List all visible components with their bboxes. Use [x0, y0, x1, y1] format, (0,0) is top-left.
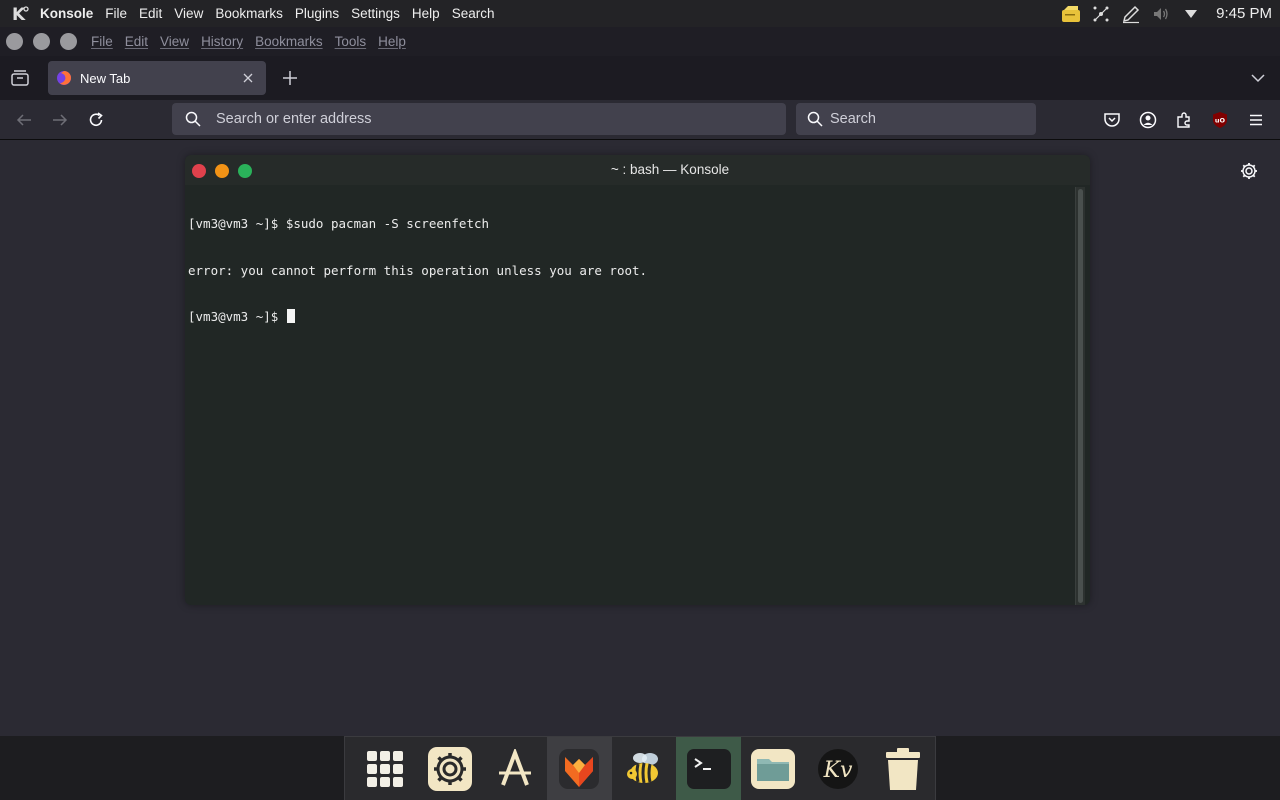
dock-bee-app[interactable] — [612, 737, 677, 800]
tray-expand-icon[interactable] — [1180, 3, 1202, 25]
volume-icon[interactable] — [1150, 3, 1172, 25]
back-icon[interactable] — [14, 110, 34, 130]
app-store-icon — [493, 747, 537, 791]
address-bar-placeholder: Search or enter address — [216, 111, 372, 127]
konsole-window[interactable]: ~ : bash — Konsole [vm3@vm3 ~]$ $sudo pa… — [185, 155, 1090, 605]
terminal-line: error: you cannot perform this operation… — [188, 262, 648, 278]
active-app-name[interactable]: Konsole — [40, 6, 93, 21]
firefox-view-icon[interactable] — [10, 68, 30, 88]
dock-terminal[interactable] — [676, 737, 742, 800]
dock-app-store[interactable] — [482, 737, 547, 800]
notes-icon[interactable] — [1060, 3, 1082, 25]
settings-icon — [428, 746, 472, 791]
menu-edit[interactable]: Edit — [125, 34, 148, 49]
window-close-button[interactable] — [6, 33, 23, 50]
forward-icon[interactable] — [50, 110, 70, 130]
firefox-menu-bar: File Edit View History Bookmarks Tools H… — [0, 27, 1280, 56]
dock-kv-app[interactable]: Kv — [806, 737, 871, 800]
menu-bookmarks[interactable]: Bookmarks — [255, 34, 323, 49]
svg-text:Kv: Kv — [823, 758, 853, 783]
search-bar[interactable]: Search — [796, 103, 1036, 135]
dock-files[interactable] — [741, 737, 806, 800]
dock: Kv — [344, 736, 936, 800]
files-icon — [751, 747, 796, 791]
search-icon — [184, 110, 202, 128]
firefox-icon — [557, 747, 601, 791]
global-menu-file[interactable]: File — [105, 6, 127, 21]
bee-icon — [622, 747, 666, 791]
kde-logo-icon[interactable]: K — [10, 3, 32, 25]
extensions-icon[interactable] — [1174, 110, 1194, 130]
dock-firefox[interactable] — [547, 737, 612, 800]
svg-text:uO: uO — [1215, 117, 1226, 125]
global-menu-bookmarks[interactable]: Bookmarks — [215, 6, 283, 21]
menu-view[interactable]: View — [160, 34, 189, 49]
customize-new-tab-gear-icon[interactable] — [1239, 161, 1259, 181]
trash-icon — [881, 747, 925, 791]
firefox-favicon-icon — [56, 70, 72, 86]
clock[interactable]: 9:45 PM — [1216, 5, 1272, 22]
network-icon[interactable] — [1090, 3, 1112, 25]
system-top-panel: K Konsole File Edit View Bookmarks Plugi… — [0, 0, 1280, 27]
global-menu-view[interactable]: View — [174, 6, 203, 21]
tab-title: New Tab — [80, 70, 131, 86]
global-menu-plugins[interactable]: Plugins — [295, 6, 339, 21]
global-menu-edit[interactable]: Edit — [139, 6, 162, 21]
search-bar-placeholder: Search — [830, 111, 876, 127]
terminal-line: [vm3@vm3 ~]$ $sudo pacman -S screenfetch — [188, 216, 490, 231]
ublock-origin-icon[interactable]: uO — [1210, 110, 1230, 130]
pocket-icon[interactable] — [1102, 110, 1122, 130]
terminal-prompt: [vm3@vm3 ~]$ — [188, 309, 286, 324]
terminal-cursor — [286, 309, 295, 323]
list-all-tabs-icon[interactable] — [1248, 68, 1268, 88]
reload-icon[interactable] — [86, 110, 106, 130]
konsole-titlebar[interactable]: ~ : bash — Konsole — [185, 155, 1090, 185]
app-menu-icon[interactable] — [1246, 110, 1266, 130]
menu-file[interactable]: File — [91, 34, 113, 49]
address-bar[interactable]: Search or enter address — [172, 103, 786, 135]
kv-icon: Kv — [816, 747, 860, 791]
window-maximize-button[interactable] — [60, 33, 77, 50]
new-tab-icon[interactable] — [280, 68, 300, 88]
terminal-prompt-line[interactable]: [vm3@vm3 ~]$ — [188, 309, 1073, 325]
menu-tools[interactable]: Tools — [335, 34, 367, 49]
window-minimize-button[interactable] — [33, 33, 50, 50]
global-menu-settings[interactable]: Settings — [351, 6, 400, 21]
dock-trash[interactable] — [870, 737, 935, 800]
dock-app-grid[interactable] — [353, 737, 418, 800]
search-icon — [806, 110, 824, 128]
tab-close-icon[interactable] — [240, 70, 256, 86]
tab-strip: New Tab — [0, 56, 1280, 100]
terminal-icon — [686, 747, 731, 791]
global-menu-search[interactable]: Search — [452, 6, 495, 21]
account-icon[interactable] — [1138, 110, 1158, 130]
terminal-scrollbar-thumb[interactable] — [1078, 189, 1083, 603]
konsole-title: ~ : bash — Konsole — [610, 162, 730, 177]
global-menu-help[interactable]: Help — [412, 6, 440, 21]
navigation-toolbar: Search or enter address Search uO — [0, 100, 1280, 140]
tab-new-tab[interactable]: New Tab — [48, 61, 266, 95]
pen-icon[interactable] — [1120, 3, 1142, 25]
terminal-output[interactable]: [vm3@vm3 ~]$ $sudo pacman -S screenfetch… — [188, 185, 1073, 605]
app-grid-icon — [363, 747, 407, 791]
menu-history[interactable]: History — [201, 34, 243, 49]
system-tray: 9:45 PM — [1060, 0, 1280, 27]
dock-settings[interactable] — [418, 737, 483, 800]
menu-help[interactable]: Help — [378, 34, 406, 49]
